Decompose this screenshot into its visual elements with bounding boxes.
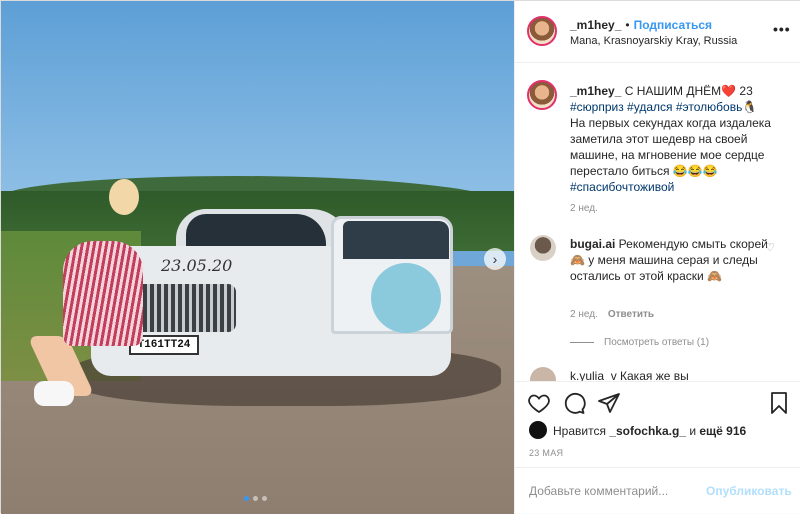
publish-comment-button[interactable]: Опубликовать xyxy=(706,484,792,498)
caption-body: На первых секундах когда издалека замети… xyxy=(570,116,771,178)
photo-girl-dress xyxy=(63,241,143,346)
comment-text: bugai.ai Рекомендую смыть скорей🙈 у меня… xyxy=(570,236,770,284)
caption-timestamp: 2 нед. xyxy=(570,203,598,214)
likes-count[interactable]: ещё 916 xyxy=(699,424,746,438)
comment-like-icon[interactable]: ♡ xyxy=(765,241,775,254)
likes-summary: Нравится _sofochka.g_ и ещё 916 xyxy=(529,421,789,441)
caption-text: _m1hey_ С НАШИМ ДНЁМ❤️ 23 #сюрприз #удал… xyxy=(570,83,785,195)
liker-avatar[interactable] xyxy=(529,421,547,439)
caption-avatar[interactable] xyxy=(527,80,557,110)
author-avatar[interactable] xyxy=(527,16,557,46)
post-photo[interactable]: 23.05.20 Т161ТТ24 › xyxy=(1,1,514,514)
author-username[interactable]: _m1hey_ xyxy=(570,18,621,32)
next-comment-text: k.yulia_v Какая же вы xyxy=(570,369,689,381)
action-bar xyxy=(515,381,800,423)
next-commenter-avatar[interactable] xyxy=(530,367,556,381)
add-comment-input[interactable] xyxy=(529,482,709,500)
comment-timestamp: 2 нед. xyxy=(570,309,598,320)
photo-penguin-drawing xyxy=(371,263,441,333)
add-comment-bar: Опубликовать xyxy=(515,467,800,513)
caption-hashtags-2[interactable]: #спасибочтоживой xyxy=(570,180,674,194)
photo-car-door-window xyxy=(343,221,449,259)
caption-hashtags-1[interactable]: #сюрприз #удался #этолюбовь🐧 xyxy=(570,100,757,114)
post-frame: 23.05.20 Т161ТТ24 › _m1hey_ • Подписаться … xyxy=(0,0,800,514)
photo-car-grille xyxy=(136,284,236,332)
reply-button[interactable]: Ответить xyxy=(608,309,654,320)
photo-girl-shoes xyxy=(34,381,74,406)
caption-username[interactable]: _m1hey_ xyxy=(570,84,621,98)
more-options-icon[interactable]: ••• xyxy=(773,21,791,37)
caption-title: С НАШИМ ДНЁМ❤️ 23 xyxy=(621,84,753,98)
save-bookmark-icon[interactable] xyxy=(767,391,791,415)
view-replies-button[interactable]: Посмотреть ответы (1) xyxy=(570,337,709,348)
post-date[interactable]: 23 МАЯ xyxy=(529,448,563,458)
post-header: _m1hey_ • Подписаться Mana, Krasnoyarskiy … xyxy=(515,1,800,63)
likes-text: Нравится _sofochka.g_ и ещё 916 xyxy=(553,424,746,438)
carousel-dots xyxy=(244,496,267,501)
post-location[interactable]: Mana, Krasnoyarskiy Kray, Russia xyxy=(570,35,737,47)
share-send-icon[interactable] xyxy=(597,391,621,415)
carousel-dot xyxy=(253,496,258,501)
liker-username[interactable]: _sofochka.g_ xyxy=(609,424,686,438)
comments-section[interactable]: _m1hey_ С НАШИМ ДНЁМ❤️ 23 #сюрприз #удал… xyxy=(515,63,800,381)
author-line: _m1hey_ • Подписаться xyxy=(570,18,712,32)
like-heart-icon[interactable] xyxy=(527,391,551,415)
photo-girl-head xyxy=(109,179,139,215)
view-replies-label: Посмотреть ответы (1) xyxy=(604,337,710,348)
dot-separator: • xyxy=(625,18,630,32)
likes-middle: и xyxy=(686,424,700,438)
follow-button[interactable]: Подписаться xyxy=(634,18,712,32)
photo-sky xyxy=(1,1,514,201)
view-replies-line xyxy=(570,341,594,343)
comment-meta: 2 нед. Ответить xyxy=(570,309,654,320)
commenter-avatar[interactable] xyxy=(530,235,556,261)
comment-bubble-icon[interactable] xyxy=(562,391,586,415)
carousel-dot xyxy=(262,496,267,501)
likes-prefix: Нравится xyxy=(553,424,610,438)
post-side-panel: _m1hey_ • Подписаться Mana, Krasnoyarskiy … xyxy=(514,1,800,513)
photo-car-writing: 23.05.20 xyxy=(161,256,233,275)
commenter-username[interactable]: bugai.ai xyxy=(570,237,615,251)
carousel-next-button[interactable]: › xyxy=(484,248,506,270)
carousel-dot xyxy=(244,496,249,501)
